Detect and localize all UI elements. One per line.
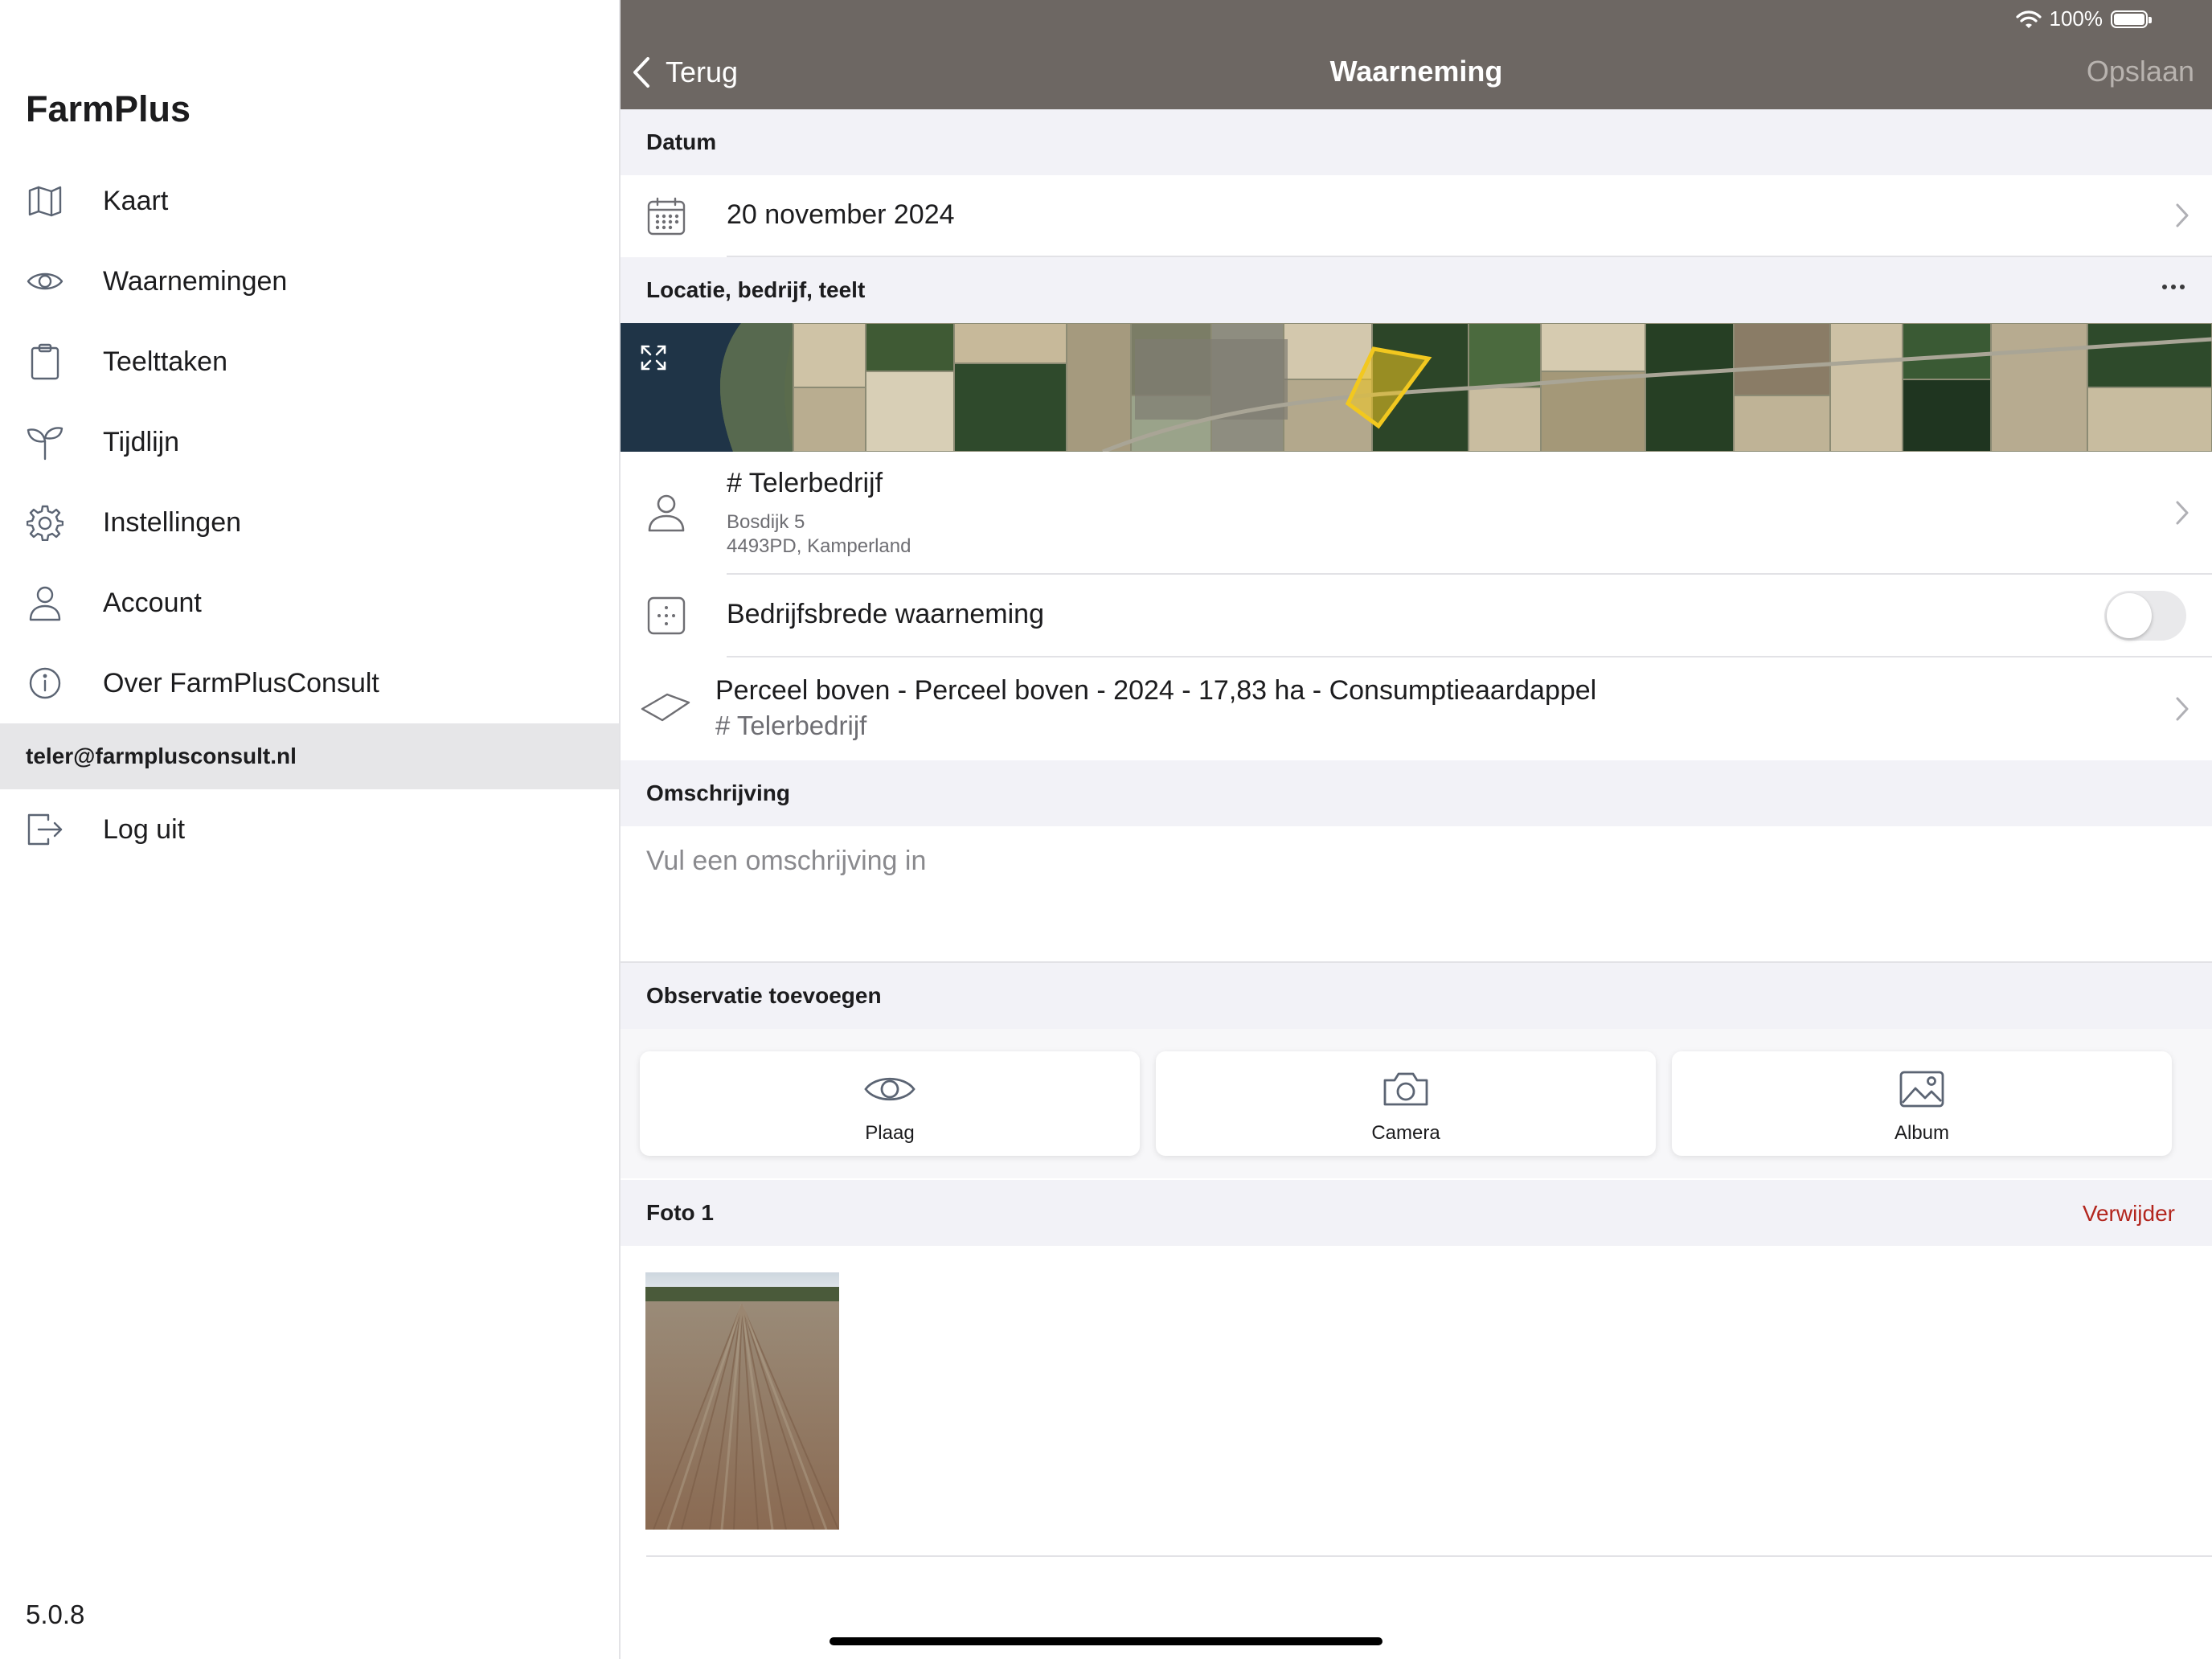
date-value: 20 november 2024: [727, 199, 955, 230]
sidebar-item-kaart[interactable]: Kaart: [0, 161, 619, 241]
back-label: Terug: [666, 55, 739, 88]
sidebar-item-label: Teelttaken: [103, 346, 227, 377]
battery-icon: [2111, 10, 2152, 28]
status-bar: 100%: [2015, 6, 2152, 31]
parcel-row[interactable]: Perceel boven - Perceel boven - 2024 - 1…: [621, 657, 2212, 759]
company-wide-label: Bedrijfsbrede waarneming: [727, 599, 1044, 629]
main-panel: 100% Terug Waarneming Opslaan Datum 20 n…: [621, 0, 2212, 1659]
plaag-label: Plaag: [865, 1122, 915, 1144]
delete-photo-button[interactable]: Verwijder: [2083, 1201, 2175, 1227]
person-icon: [24, 582, 66, 624]
sprout-icon: [24, 421, 66, 463]
parcel-shape-icon: [640, 691, 691, 727]
sidebar: FarmPlus Kaart Waarnemingen Teelttaken T…: [0, 0, 621, 1659]
sidebar-item-tijdlijn[interactable]: Tijdlijn: [0, 402, 619, 482]
satellite-map-image: [621, 323, 2212, 452]
section-header-locatie: Locatie, bedrijf, teelt: [621, 257, 2212, 323]
sidebar-item-instellingen[interactable]: Instellingen: [0, 482, 619, 563]
section-header-foto: Foto 1 Verwijder: [621, 1180, 2212, 1246]
logout-icon: [24, 809, 66, 850]
section-title: Observatie toevoegen: [646, 983, 882, 1008]
description-field[interactable]: Vul een omschrijving in: [621, 826, 2212, 961]
eye-icon: [24, 260, 66, 302]
parcel-map[interactable]: [621, 323, 2212, 452]
logout-label: Log uit: [103, 813, 186, 845]
chevron-right-icon: [2175, 203, 2189, 232]
field-photo: [645, 1272, 839, 1530]
section-header-observatie: Observatie toevoegen: [621, 963, 2212, 1029]
company-address-line2: 4493PD, Kamperland: [727, 535, 911, 557]
sidebar-item-label: Account: [103, 587, 202, 618]
map-icon: [24, 180, 66, 222]
logout-button[interactable]: Log uit: [0, 789, 619, 870]
chevron-left-icon: [633, 57, 649, 88]
album-button[interactable]: Album: [1672, 1051, 2172, 1156]
sidebar-item-teelttaken[interactable]: Teelttaken: [0, 322, 619, 402]
sidebar-item-label: Waarnemingen: [103, 265, 288, 297]
company-address-line1: Bosdijk 5: [727, 511, 805, 533]
parcel-title: Perceel boven - Perceel boven - 2024 - 1…: [715, 675, 1597, 706]
calendar-icon: [646, 196, 686, 240]
section-title: Omschrijving: [646, 780, 790, 805]
section-title: Foto 1: [646, 1200, 714, 1225]
company-name: # Telerbedrijf: [727, 468, 883, 498]
section-header-datum: Datum: [621, 109, 2212, 175]
photo-thumbnail[interactable]: [645, 1272, 839, 1530]
clipboard-icon: [24, 341, 66, 383]
battery-percentage: 100%: [2049, 6, 2103, 31]
date-row[interactable]: 20 november 2024: [621, 175, 2212, 257]
eye-icon: [640, 1069, 1140, 1109]
sidebar-item-waarnemingen[interactable]: Waarnemingen: [0, 241, 619, 322]
company-row[interactable]: # Telerbedrijf Bosdijk 5 4493PD, Kamperl…: [621, 452, 2212, 576]
page-title: Waarneming: [1329, 55, 1503, 88]
album-label: Album: [1894, 1122, 1950, 1144]
sidebar-item-label: Kaart: [103, 185, 169, 216]
sidebar-item-label: Instellingen: [103, 506, 242, 538]
company-wide-row: Bedrijfsbrede waarneming: [621, 575, 2212, 657]
sidebar-item-account[interactable]: Account: [0, 563, 619, 643]
sidebar-item-label: Tijdlijn: [103, 426, 180, 457]
plaag-button[interactable]: Plaag: [640, 1051, 1140, 1156]
back-button[interactable]: Terug: [632, 50, 738, 95]
toggle-knob: [2107, 593, 2152, 638]
person-icon: [646, 492, 686, 538]
section-title: Datum: [646, 129, 717, 154]
wifi-icon: [2015, 10, 2042, 28]
app-version: 5.0.8: [26, 1600, 85, 1629]
more-options-icon[interactable]: [2161, 281, 2186, 296]
gear-icon: [24, 502, 66, 543]
save-button[interactable]: Opslaan: [2087, 55, 2194, 88]
sidebar-item-over[interactable]: Over FarmPlusConsult: [0, 643, 619, 723]
chevron-right-icon: [2175, 696, 2189, 726]
home-indicator[interactable]: [830, 1637, 1382, 1645]
section-header-omschrijving: Omschrijving: [621, 760, 2212, 826]
user-email: teler@farmplusconsult.nl: [26, 743, 297, 768]
camera-label: Camera: [1371, 1122, 1440, 1144]
image-icon: [1672, 1069, 2172, 1109]
sidebar-item-label: Over FarmPlusConsult: [103, 667, 379, 698]
navigation-bar: 100% Terug Waarneming Opslaan: [621, 0, 2212, 109]
company-wide-toggle[interactable]: [2104, 591, 2186, 641]
camera-icon: [1156, 1069, 1656, 1109]
chevron-right-icon: [2175, 500, 2189, 530]
section-title: Locatie, bedrijf, teelt: [646, 277, 866, 302]
app-brand: FarmPlus: [26, 88, 191, 129]
expand-icon[interactable]: [640, 344, 667, 375]
description-placeholder: Vul een omschrijving in: [646, 846, 927, 876]
info-icon: [24, 662, 66, 704]
dotted-square-icon: [646, 596, 686, 640]
divider: [646, 1555, 2212, 1557]
camera-button[interactable]: Camera: [1156, 1051, 1656, 1156]
parcel-subtitle: # Telerbedrijf: [715, 711, 867, 740]
user-email-bar: teler@farmplusconsult.nl: [0, 723, 619, 789]
